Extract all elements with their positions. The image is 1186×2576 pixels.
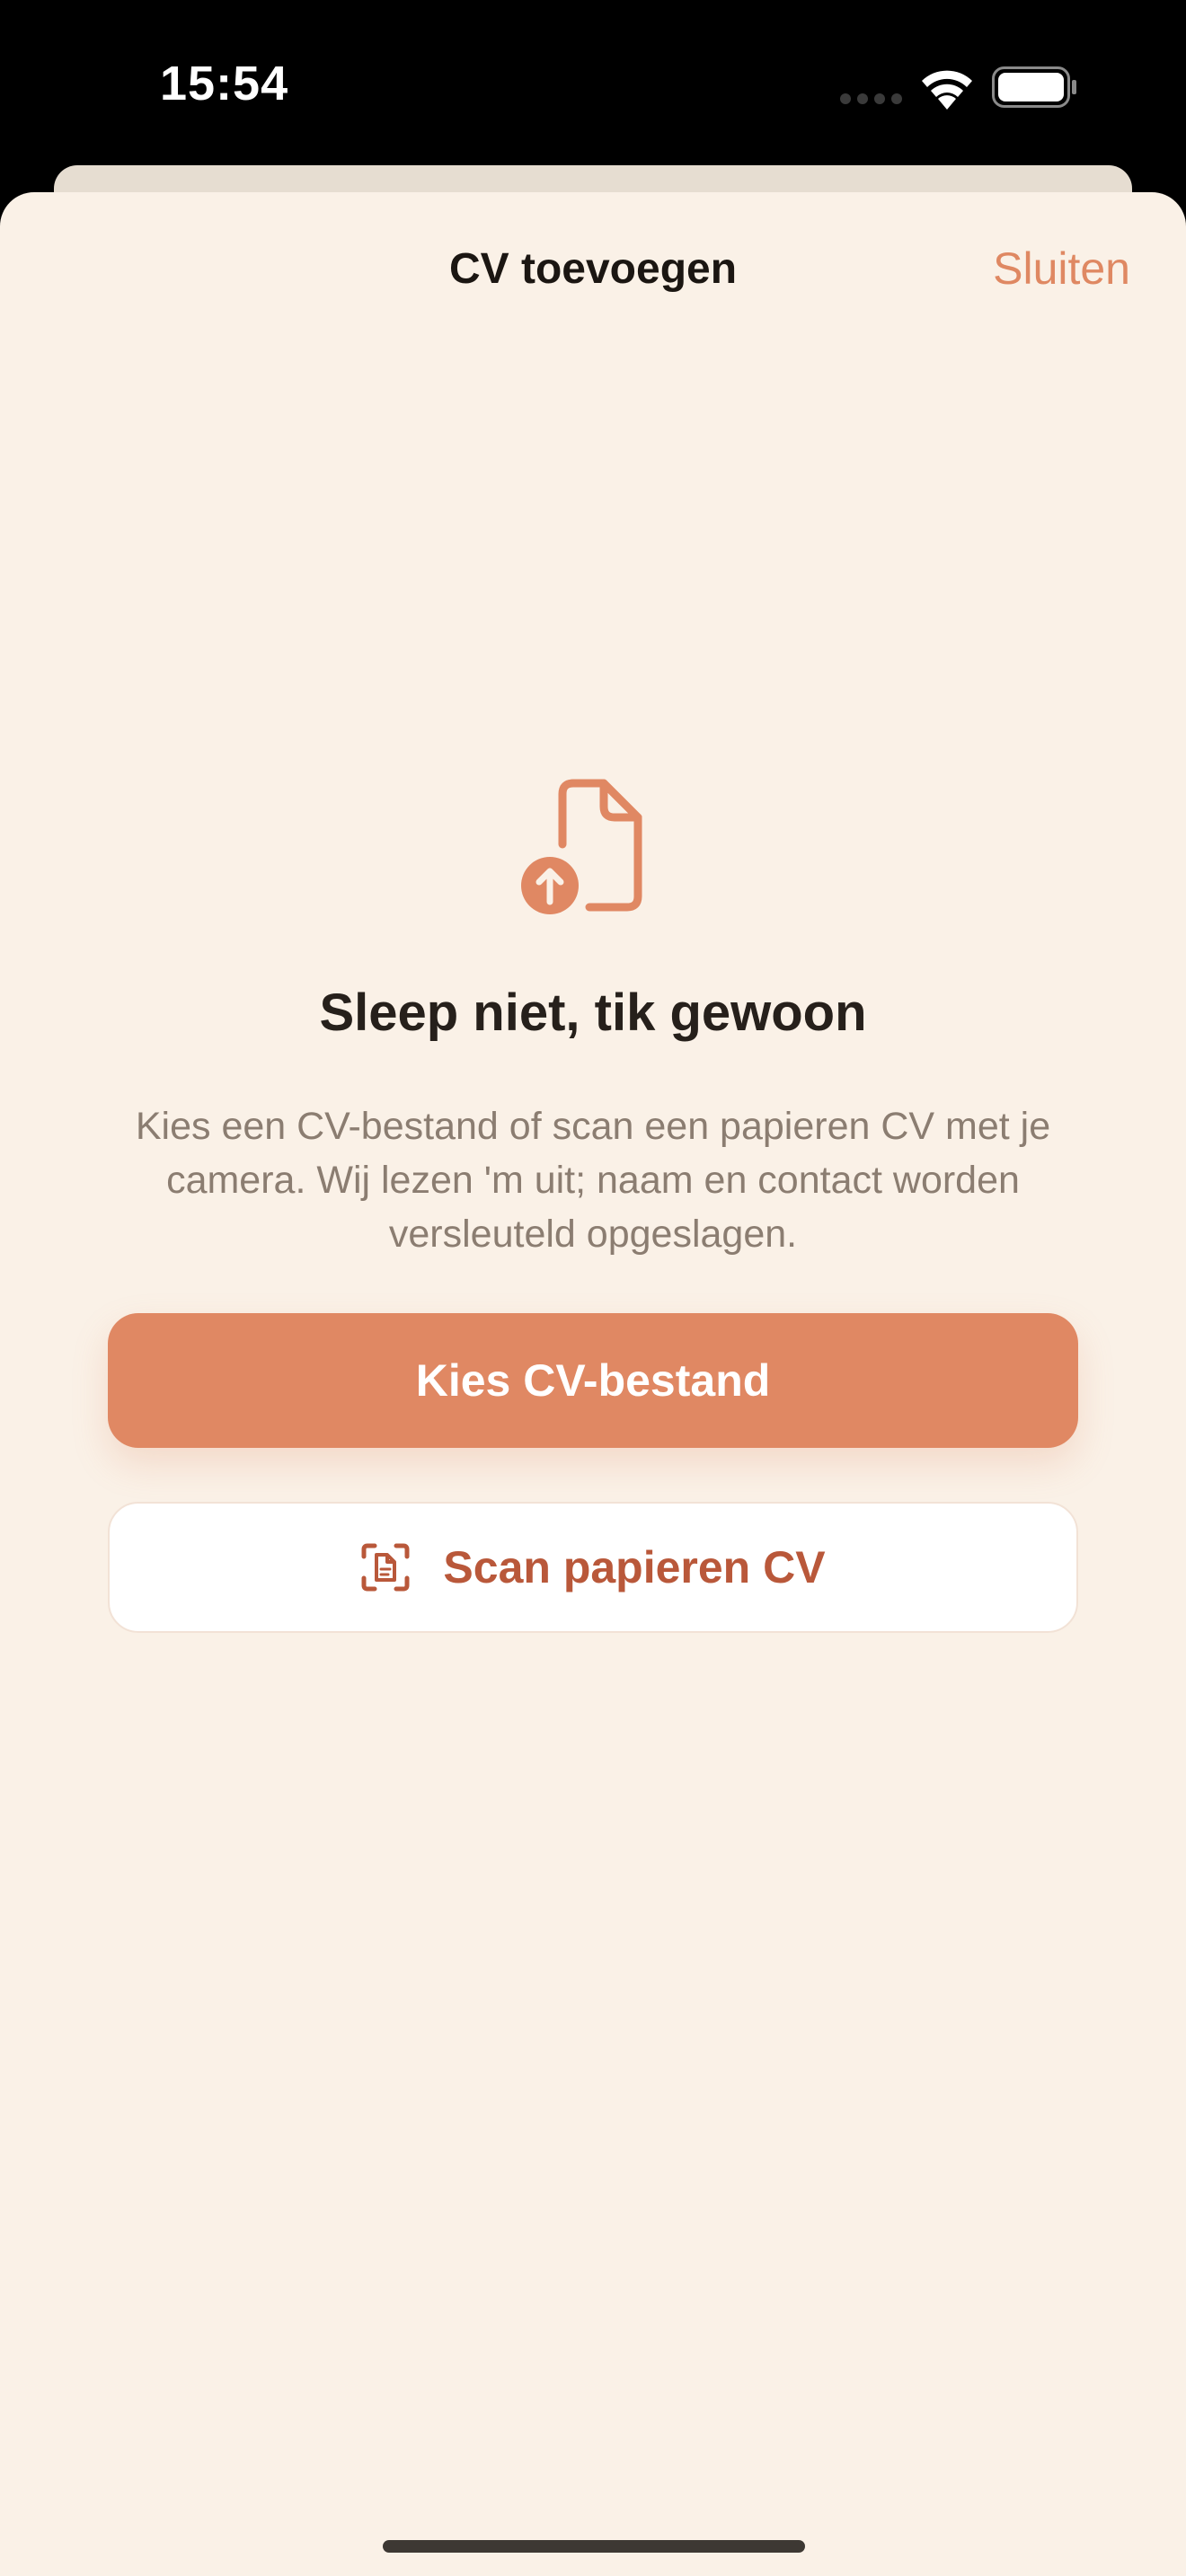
scan-paper-cv-label: Scan papieren CV — [443, 1542, 826, 1592]
wifi-icon — [922, 70, 972, 110]
file-upload-icon — [521, 779, 642, 914]
document-scan-icon — [361, 1543, 410, 1592]
status-time: 15:54 — [160, 57, 289, 110]
heading: Sleep niet, tik gewoon — [319, 984, 867, 1042]
scan-paper-cv-button[interactable]: Scan papieren CV — [108, 1502, 1078, 1633]
choose-cv-file-label: Kies CV-bestand — [415, 1355, 771, 1406]
cellular-signal-icon — [840, 93, 903, 106]
battery-icon — [992, 66, 1076, 108]
close-button[interactable]: Sluiten — [993, 243, 1130, 295]
home-indicator[interactable] — [383, 2540, 805, 2553]
add-cv-sheet: CV toevoegen Sluiten Sleep niet, tik gew… — [0, 192, 1186, 2576]
choose-cv-file-button[interactable]: Kies CV-bestand — [108, 1313, 1078, 1448]
status-bar: 15:54 — [0, 0, 1186, 171]
description: Kies een CV-bestand of scan een papieren… — [135, 1105, 1051, 1256]
